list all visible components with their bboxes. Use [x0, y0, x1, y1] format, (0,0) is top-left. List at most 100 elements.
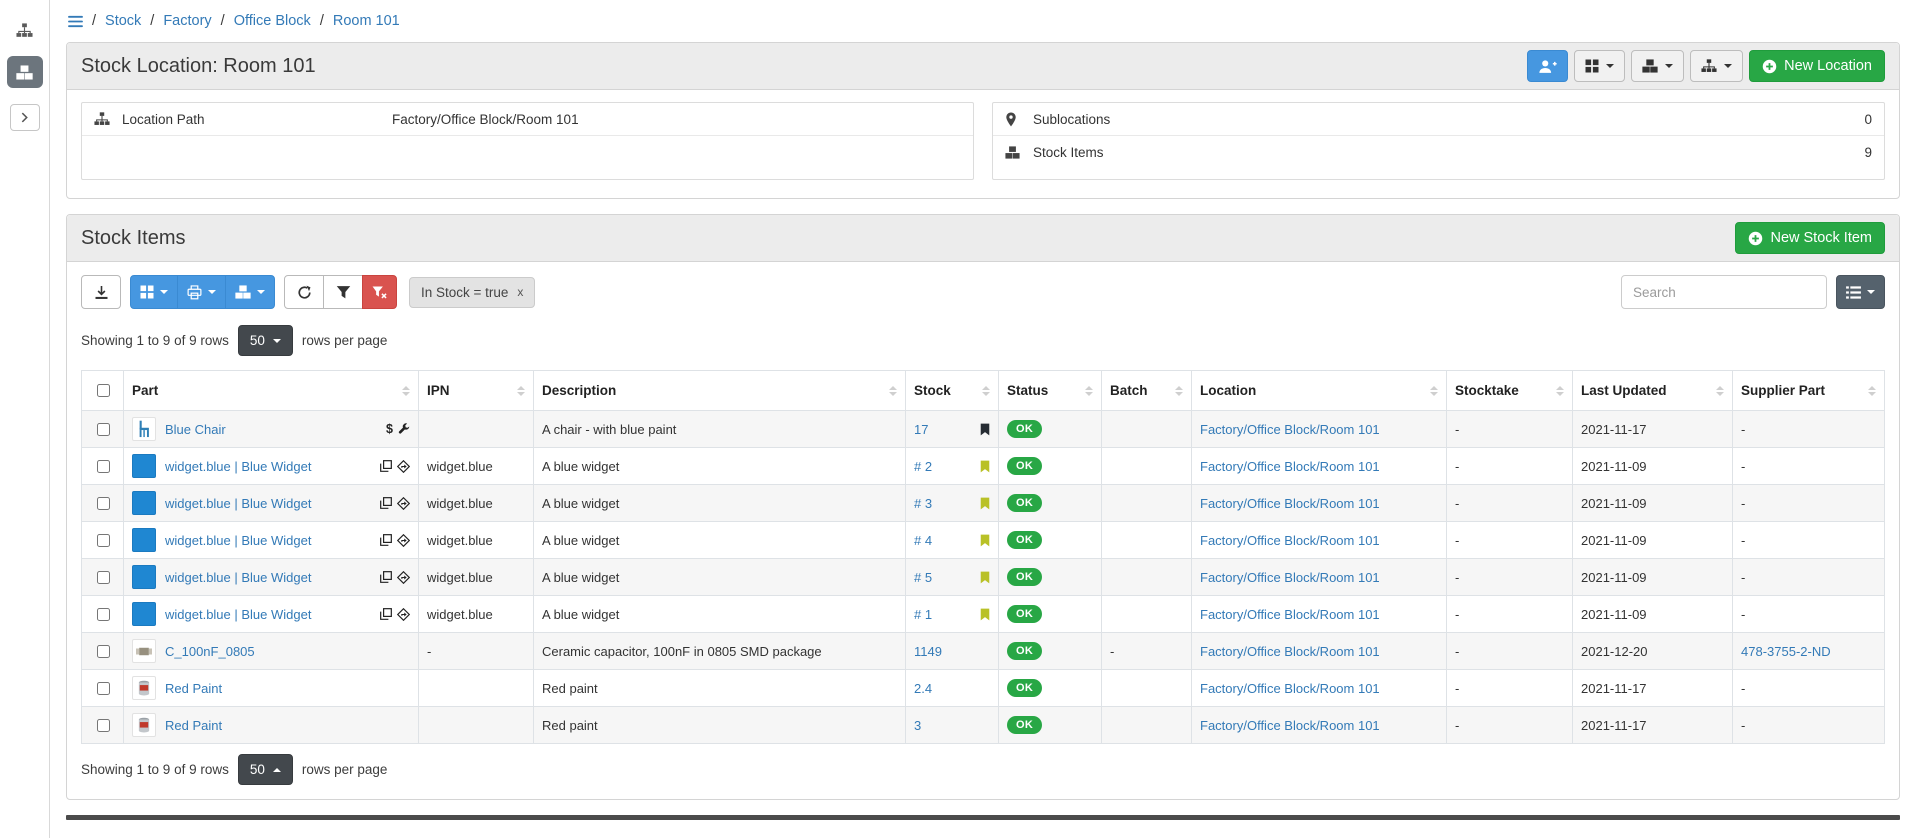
- batch-cell: -: [1102, 633, 1192, 670]
- location-link[interactable]: Factory/Office Block/Room 101: [1200, 607, 1380, 622]
- stock-actions-dropdown[interactable]: [225, 275, 275, 309]
- location-link[interactable]: Factory/Office Block/Room 101: [1200, 644, 1380, 659]
- column-header-part[interactable]: Part: [124, 371, 419, 411]
- column-header-batch[interactable]: Batch: [1102, 371, 1192, 411]
- column-header-last-updated[interactable]: Last Updated: [1573, 371, 1733, 411]
- status-badge: OK: [1007, 457, 1042, 475]
- part-link[interactable]: widget.blue | Blue Widget: [165, 459, 311, 474]
- row-checkbox[interactable]: [97, 645, 110, 658]
- part-flag-icons: [380, 608, 410, 621]
- sidebar-item-stock[interactable]: [7, 56, 43, 88]
- part-link[interactable]: Red Paint: [165, 718, 222, 733]
- breadcrumb-link-factory[interactable]: Factory: [163, 13, 211, 29]
- active-filter-tag[interactable]: In Stock = true x: [409, 277, 535, 308]
- row-checkbox[interactable]: [97, 423, 110, 436]
- row-checkbox[interactable]: [97, 608, 110, 621]
- copy-icon: [380, 460, 392, 472]
- location-link[interactable]: Factory/Office Block/Room 101: [1200, 459, 1380, 474]
- breadcrumb-link-stock[interactable]: Stock: [105, 13, 141, 29]
- stock-quantity-link[interactable]: # 4: [914, 533, 932, 548]
- location-link[interactable]: Factory/Office Block/Room 101: [1200, 570, 1380, 585]
- part-link[interactable]: Blue Chair: [165, 422, 226, 437]
- search-input[interactable]: [1621, 275, 1827, 309]
- row-checkbox[interactable]: [97, 534, 110, 547]
- part-link[interactable]: widget.blue | Blue Widget: [165, 533, 311, 548]
- breadcrumb-link-office-block[interactable]: Office Block: [234, 13, 311, 29]
- boxes-icon: [235, 285, 251, 299]
- row-checkbox[interactable]: [97, 497, 110, 510]
- column-header-ipn[interactable]: IPN: [419, 371, 534, 411]
- location-panel: Stock Location: Room 101: [66, 42, 1900, 199]
- stock-quantity-link[interactable]: # 3: [914, 496, 932, 511]
- printer-icon: [187, 285, 202, 300]
- column-header-status[interactable]: Status: [999, 371, 1102, 411]
- supplier-part-link[interactable]: 478-3755-2-ND: [1741, 644, 1831, 659]
- last-updated-cell: 2021-11-09: [1573, 448, 1733, 485]
- remove-filter-icon[interactable]: x: [517, 285, 523, 299]
- select-all-checkbox[interactable]: [97, 384, 110, 397]
- column-header-description[interactable]: Description: [534, 371, 906, 411]
- currency-icon: $: [386, 422, 393, 436]
- sort-icon: [1710, 386, 1724, 396]
- page-size-value: 50: [250, 762, 265, 777]
- location-link[interactable]: Factory/Office Block/Room 101: [1200, 422, 1380, 437]
- table-row: widget.blue | Blue Widget widget.blue A …: [82, 596, 1885, 633]
- download-button[interactable]: [81, 275, 121, 309]
- stock-items-value: 9: [1864, 145, 1872, 160]
- part-thumbnail-blue-square: [132, 602, 156, 626]
- location-link[interactable]: Factory/Office Block/Room 101: [1200, 718, 1380, 733]
- ipn-cell: widget.blue: [419, 559, 534, 596]
- stock-table-body: Blue Chair $ A chair - with blue paint 1…: [82, 411, 1885, 744]
- row-checkbox[interactable]: [97, 682, 110, 695]
- part-link[interactable]: widget.blue | Blue Widget: [165, 496, 311, 511]
- stock-quantity-link[interactable]: 17: [914, 422, 928, 437]
- part-link[interactable]: widget.blue | Blue Widget: [165, 570, 311, 585]
- row-checkbox[interactable]: [97, 460, 110, 473]
- part-link[interactable]: widget.blue | Blue Widget: [165, 607, 311, 622]
- location-path-row: Location Path Factory/Office Block/Room …: [82, 103, 973, 136]
- stock-quantity-link[interactable]: # 1: [914, 607, 932, 622]
- column-header-stock[interactable]: Stock: [906, 371, 999, 411]
- description-cell: A blue widget: [534, 485, 906, 522]
- page-size-dropdown[interactable]: 50: [238, 754, 293, 785]
- location-actions-button[interactable]: [1690, 50, 1743, 82]
- column-header-location[interactable]: Location: [1192, 371, 1447, 411]
- stock-quantity-link[interactable]: # 5: [914, 570, 932, 585]
- barcode-actions-dropdown[interactable]: [130, 275, 178, 309]
- row-checkbox[interactable]: [97, 571, 110, 584]
- stock-quantity-link[interactable]: 1149: [914, 644, 942, 659]
- stock-quantity-link[interactable]: 3: [914, 718, 921, 733]
- hamburger-icon[interactable]: [68, 15, 83, 28]
- row-checkbox[interactable]: [97, 719, 110, 732]
- stock-actions-button[interactable]: [1631, 50, 1684, 82]
- sidebar-item-navigation[interactable]: [7, 14, 43, 46]
- column-header-supplier-part[interactable]: Supplier Part: [1733, 371, 1885, 411]
- print-actions-dropdown[interactable]: [177, 275, 226, 309]
- batch-cell: [1102, 707, 1192, 744]
- part-thumbnail-blue-square: [132, 565, 156, 589]
- status-badge: OK: [1007, 716, 1042, 734]
- part-link[interactable]: Red Paint: [165, 681, 222, 696]
- part-link[interactable]: C_100nF_0805: [165, 644, 255, 659]
- location-link[interactable]: Factory/Office Block/Room 101: [1200, 681, 1380, 696]
- last-updated-cell: 2021-11-09: [1573, 522, 1733, 559]
- boxes-icon: [1642, 59, 1658, 73]
- breadcrumb-link-room-101[interactable]: Room 101: [333, 13, 400, 29]
- view-toggle-button[interactable]: [1836, 275, 1885, 309]
- last-updated-cell: 2021-11-09: [1573, 485, 1733, 522]
- column-header-stocktake[interactable]: Stocktake: [1447, 371, 1573, 411]
- clear-filters-button[interactable]: [362, 275, 397, 309]
- batch-cell: [1102, 596, 1192, 633]
- stock-quantity-link[interactable]: 2.4: [914, 681, 932, 696]
- new-location-button[interactable]: New Location: [1749, 50, 1885, 82]
- page-size-dropdown[interactable]: 50: [238, 325, 293, 356]
- barcode-actions-button[interactable]: [1574, 50, 1625, 82]
- new-stock-item-button[interactable]: New Stock Item: [1735, 222, 1885, 254]
- sidebar-expand-button[interactable]: [10, 104, 40, 131]
- location-link[interactable]: Factory/Office Block/Room 101: [1200, 496, 1380, 511]
- stock-quantity-link[interactable]: # 2: [914, 459, 932, 474]
- user-actions-button[interactable]: [1527, 50, 1568, 82]
- refresh-button[interactable]: [284, 275, 324, 309]
- location-link[interactable]: Factory/Office Block/Room 101: [1200, 533, 1380, 548]
- filter-button[interactable]: [323, 275, 363, 309]
